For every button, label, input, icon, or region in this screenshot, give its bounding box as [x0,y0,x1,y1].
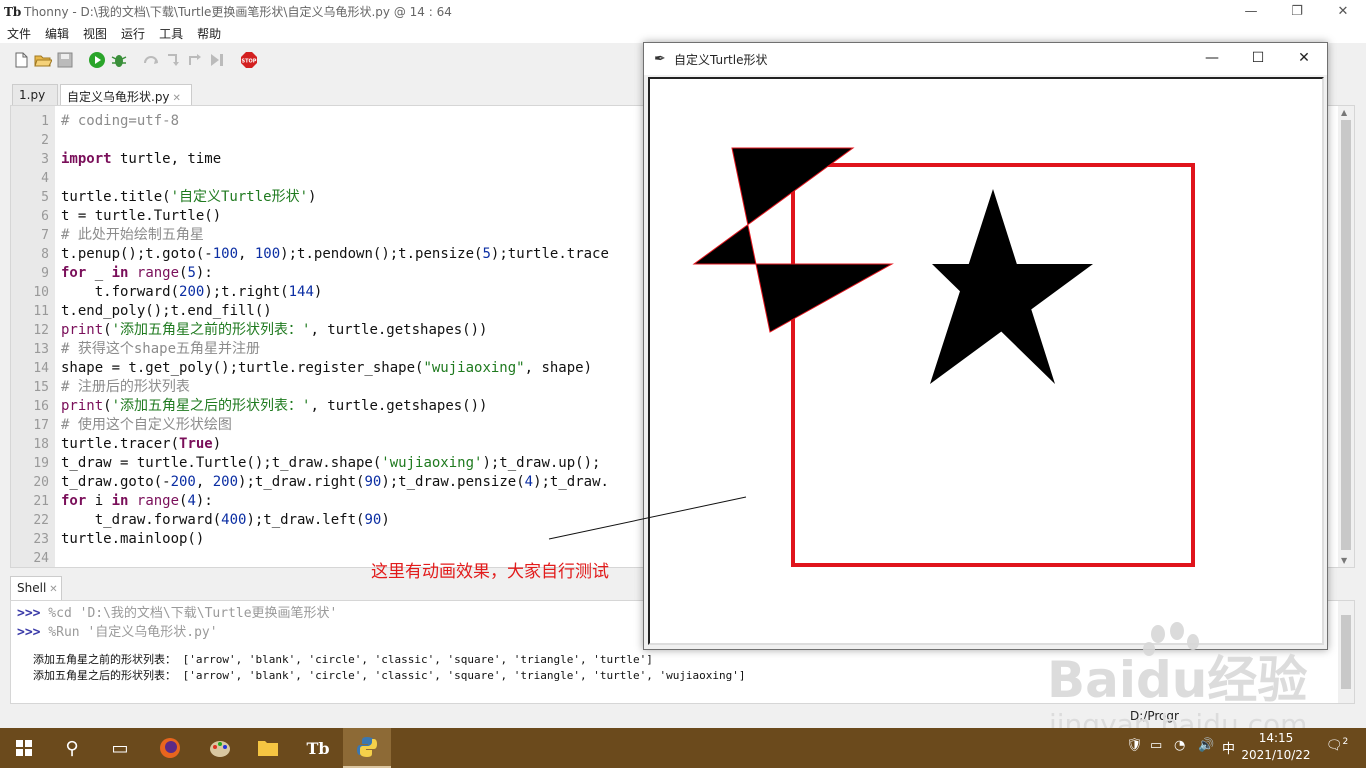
system-clock[interactable]: 14:15 2021/10/22 [1236,730,1316,764]
notification-center-icon[interactable]: 🗨2 [1326,737,1348,753]
firefox-icon[interactable] [146,728,194,768]
notification-count: 2 [1342,737,1349,747]
security-shield-icon[interactable]: 🛡 [1126,738,1143,753]
start-icon[interactable] [0,728,48,768]
battery-icon[interactable]: ▭ [1150,738,1162,753]
watermark-brand: Baidu经验 [1047,651,1307,709]
baidu-watermark: Baidu经验 jingyan.baidu.com [1047,622,1307,741]
file-explorer-icon[interactable] [244,728,292,768]
wifi-icon[interactable]: ◔ [1174,738,1185,753]
task-view-icon[interactable]: ▭ [96,728,144,768]
windows-taskbar: ⚲ ▭ Tb 🛡 ▭ ◔ 🔊 中 14:15 2021/10/22 🗨2 [0,728,1366,768]
paint-icon[interactable] [196,728,244,768]
clock-date: 2021/10/22 [1241,748,1311,762]
clock-time: 14:15 [1258,731,1294,745]
ime-indicator[interactable]: 中 [1222,738,1235,757]
thonny-icon[interactable]: Tb [294,728,342,768]
python-icon[interactable] [343,728,391,768]
volume-icon[interactable]: 🔊 [1198,738,1214,753]
search-icon[interactable]: ⚲ [48,728,96,768]
